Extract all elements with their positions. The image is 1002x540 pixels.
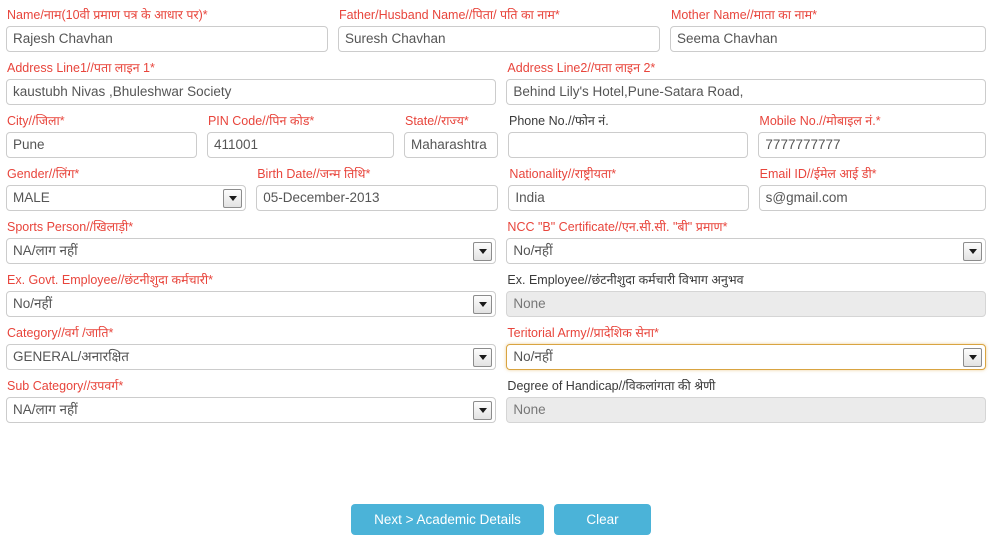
form-row-subcategory-handicap: Sub Category//उपवर्ग* NA/लाग नहीं Degree… (6, 379, 996, 423)
nationality-input[interactable]: India (508, 185, 749, 211)
label-gender: Gender//लिंग* (7, 167, 80, 181)
chevron-down-icon[interactable] (963, 242, 982, 261)
state-input[interactable]: Maharashtra (403, 132, 498, 158)
label-father-husband-name: Father/Husband Name//पिता/ पति का नाम* (338, 8, 560, 22)
field-phone-no: Phone No.//फोन नं. (507, 114, 758, 158)
label-ex-govt-employee: Ex. Govt. Employee//छंटनीशुदा कर्मचारी* (7, 273, 213, 287)
field-sub-category: Sub Category//उपवर्ग* NA/लाग नहीं (6, 379, 506, 423)
label-address-line2: Address Line2//पता लाइन 2* (507, 61, 656, 75)
sub-category-select[interactable]: NA/लाग नहीं (6, 397, 497, 423)
teritorial-army-select[interactable]: No/नहीं (506, 344, 986, 370)
ex-govt-employee-select[interactable]: No/नहीं (6, 291, 497, 317)
label-nationality: Nationality//राष्ट्रीयता* (509, 167, 617, 181)
teritorial-army-select-wrap: No/नहीं (506, 344, 986, 370)
birth-date-input[interactable]: 05-December-2013 (256, 185, 499, 211)
field-teritorial-army: Teritorial Army//प्रादेशिक सेना* No/नहीं (506, 326, 996, 370)
category-select-wrap: GENERAL/अनारक्षित (6, 344, 497, 370)
form-actions: Next > Academic Details Clear (0, 504, 1002, 535)
field-pin-code: PIN Code//पिन कोड* 411001 (206, 114, 404, 158)
field-city: City//जिला* Pune (6, 114, 207, 158)
label-city: City//जिला* (7, 114, 65, 128)
field-state: State//राज्य* Maharashtra (403, 114, 508, 158)
label-sub-category: Sub Category//उपवर्ग* (7, 379, 124, 393)
chevron-down-icon[interactable] (473, 295, 493, 314)
form-row-personal: Gender//लिंग* MALE Birth Date//जन्म तिथि… (6, 167, 996, 211)
field-ncc-b-certificate: NCC "B" Certificate//एन.सी.सी. "बी" प्रम… (506, 220, 996, 264)
next-academic-details-button[interactable]: Next > Academic Details (351, 504, 544, 535)
field-gender: Gender//लिंग* MALE (6, 167, 256, 211)
label-state: State//राज्य* (404, 114, 469, 128)
field-category: Category//वर्ग /जाति* GENERAL/अनारक्षित (6, 326, 506, 370)
label-name: Name/नाम(10वी प्रमाण पत्र के आधार पर)* (7, 8, 208, 22)
label-teritorial-army: Teritorial Army//प्रादेशिक सेना* (507, 326, 659, 340)
ncc-b-certificate-select-wrap: No/नहीं (506, 238, 986, 264)
field-ex-govt-employee: Ex. Govt. Employee//छंटनीशुदा कर्मचारी* … (6, 273, 506, 317)
label-pin-code: PIN Code//पिन कोड* (207, 114, 315, 128)
chevron-down-icon[interactable] (473, 348, 493, 367)
sports-person-select[interactable]: NA/लाग नहीं (6, 238, 497, 264)
label-sports-person: Sports Person//खिलाड़ी* (7, 220, 134, 234)
label-phone-no: Phone No.//फोन नं. (508, 114, 609, 128)
sports-person-select-wrap: NA/लाग नहीं (6, 238, 497, 264)
email-id-input[interactable]: s@gmail.com (758, 185, 987, 211)
field-address-line1: Address Line1//पता लाइन 1* kaustubh Niva… (6, 61, 506, 105)
field-degree-of-handicap: Degree of Handicap//विकलांगता की श्रेणी … (506, 379, 996, 423)
form-row-address: Address Line1//पता लाइन 1* kaustubh Niva… (6, 61, 996, 105)
father-husband-name-input[interactable]: Suresh Chavhan (337, 26, 660, 52)
field-nationality: Nationality//राष्ट्रीयता* India (508, 167, 758, 211)
chevron-down-icon[interactable] (473, 401, 493, 420)
form-row-ex-employee: Ex. Govt. Employee//छंटनीशुदा कर्मचारी* … (6, 273, 996, 317)
field-mother-name: Mother Name//माता का नाम* Seema Chavhan (669, 8, 996, 52)
degree-of-handicap-input: None (506, 397, 986, 423)
field-name: Name/नाम(10वी प्रमाण पत्र के आधार पर)* R… (6, 8, 338, 52)
ncc-b-certificate-select[interactable]: No/नहीं (506, 238, 986, 264)
gender-select[interactable]: MALE (6, 185, 247, 211)
pin-code-input[interactable]: 411001 (206, 132, 394, 158)
label-ex-employee-experience: Ex. Employee//छंटनीशुदा कर्मचारी विभाग अ… (507, 273, 744, 287)
form-row-names: Name/नाम(10वी प्रमाण पत्र के आधार पर)* R… (6, 8, 996, 52)
form-row-category-army: Category//वर्ग /जाति* GENERAL/अनारक्षित … (6, 326, 996, 370)
personal-details-form: Name/नाम(10वी प्रमाण पत्र के आधार पर)* R… (0, 0, 1002, 540)
sub-category-select-wrap: NA/लाग नहीं (6, 397, 497, 423)
label-email-id: Email ID//ईमेल आई डी* (759, 167, 877, 181)
city-input[interactable]: Pune (6, 132, 197, 158)
field-email-id: Email ID//ईमेल आई डी* s@gmail.com (758, 167, 996, 211)
chevron-down-icon[interactable] (223, 189, 243, 208)
label-degree-of-handicap: Degree of Handicap//विकलांगता की श्रेणी (507, 379, 716, 393)
ex-govt-employee-select-wrap: No/नहीं (6, 291, 497, 317)
mobile-no-input[interactable]: 7777777777 (758, 132, 986, 158)
label-ncc-b-certificate: NCC "B" Certificate//एन.सी.सी. "बी" प्रम… (507, 220, 728, 234)
clear-button[interactable]: Clear (554, 504, 651, 535)
phone-no-input[interactable] (507, 132, 749, 158)
name-input[interactable]: Rajesh Chavhan (6, 26, 328, 52)
mother-name-input[interactable]: Seema Chavhan (669, 26, 986, 52)
field-sports-person: Sports Person//खिलाड़ी* NA/लाग नहीं (6, 220, 506, 264)
chevron-down-icon[interactable] (473, 242, 493, 261)
field-ex-employee-experience: Ex. Employee//छंटनीशुदा कर्मचारी विभाग अ… (506, 273, 996, 317)
field-birth-date: Birth Date//जन्म तिथि* 05-December-2013 (256, 167, 508, 211)
chevron-down-icon[interactable] (963, 348, 982, 367)
form-row-city-contact: City//जिला* Pune PIN Code//पिन कोड* 4110… (6, 114, 996, 158)
address-line1-input[interactable]: kaustubh Nivas ,Bhuleshwar Society (6, 79, 497, 105)
label-mobile-no: Mobile No.//मोबाइल नं.* (759, 114, 881, 128)
address-line2-input[interactable]: Behind Lily's Hotel,Pune-Satara Road, (506, 79, 986, 105)
label-category: Category//वर्ग /जाति* (7, 326, 114, 340)
label-birth-date: Birth Date//जन्म तिथि* (257, 167, 371, 181)
gender-select-wrap: MALE (6, 185, 247, 211)
field-mobile-no: Mobile No.//मोबाइल नं.* 7777777777 (758, 114, 996, 158)
label-address-line1: Address Line1//पता लाइन 1* (7, 61, 155, 75)
label-mother-name: Mother Name//माता का नाम* (670, 8, 817, 22)
ex-employee-experience-input: None (506, 291, 986, 317)
field-father-husband-name: Father/Husband Name//पिता/ पति का नाम* S… (337, 8, 670, 52)
form-row-sports-ncc: Sports Person//खिलाड़ी* NA/लाग नहीं NCC … (6, 220, 996, 264)
field-address-line2: Address Line2//पता लाइन 2* Behind Lily's… (506, 61, 996, 105)
category-select[interactable]: GENERAL/अनारक्षित (6, 344, 497, 370)
